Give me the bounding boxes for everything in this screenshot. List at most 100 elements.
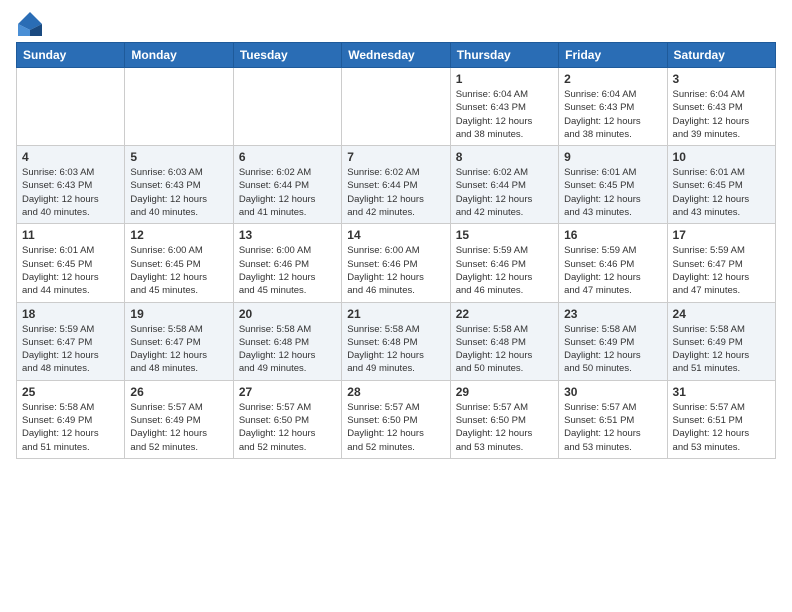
day-info: Sunrise: 6:00 AM Sunset: 6:46 PM Dayligh… bbox=[347, 244, 444, 297]
calendar-cell: 27 Sunrise: 5:57 AM Sunset: 6:50 PM Dayli… bbox=[233, 380, 341, 458]
calendar-cell bbox=[233, 68, 341, 146]
calendar-cell: 5Sunrise: 6:03 AM Sunset: 6:43 PM Daylig… bbox=[125, 146, 233, 224]
calendar-cell: 11Sunrise: 6:01 AM Sunset: 6:45 PM Dayli… bbox=[17, 224, 125, 302]
day-number: 2 bbox=[564, 72, 661, 86]
day-number: 27 bbox=[239, 385, 336, 399]
day-number: 16 bbox=[564, 228, 661, 242]
calendar-cell: 30Sunrise: 5:57 AM Sunset: 6:51 PM Dayli… bbox=[559, 380, 667, 458]
day-info: Sunrise: 6:04 AM Sunset: 6:43 PM Dayligh… bbox=[456, 88, 553, 141]
calendar-cell: 29 Sunrise: 5:57 AM Sunset: 6:50 PM Dayli… bbox=[450, 380, 558, 458]
calendar-body: 1 Sunrise: 6:04 AM Sunset: 6:43 PM Daylig… bbox=[17, 68, 776, 459]
day-header-wednesday: Wednesday bbox=[342, 43, 450, 68]
day-number: 22 bbox=[456, 307, 553, 321]
day-header-monday: Monday bbox=[125, 43, 233, 68]
calendar-cell bbox=[342, 68, 450, 146]
calendar-cell: 7 Sunrise: 6:02 AM Sunset: 6:44 PM Daylig… bbox=[342, 146, 450, 224]
day-number: 29 bbox=[456, 385, 553, 399]
day-number: 14 bbox=[347, 228, 444, 242]
day-info: Sunrise: 6:01 AM Sunset: 6:45 PM Dayligh… bbox=[673, 166, 770, 219]
day-header-friday: Friday bbox=[559, 43, 667, 68]
day-info: Sunrise: 5:58 AM Sunset: 6:49 PM Dayligh… bbox=[22, 401, 119, 454]
week-row-3: 11Sunrise: 6:01 AM Sunset: 6:45 PM Dayli… bbox=[17, 224, 776, 302]
week-row-4: 18Sunrise: 5:59 AM Sunset: 6:47 PM Dayli… bbox=[17, 302, 776, 380]
day-info: Sunrise: 5:57 AM Sunset: 6:51 PM Dayligh… bbox=[673, 401, 770, 454]
day-number: 12 bbox=[130, 228, 227, 242]
calendar-cell: 22 Sunrise: 5:58 AM Sunset: 6:48 PM Dayli… bbox=[450, 302, 558, 380]
calendar-cell: 23 Sunrise: 5:58 AM Sunset: 6:49 PM Dayli… bbox=[559, 302, 667, 380]
week-row-1: 1 Sunrise: 6:04 AM Sunset: 6:43 PM Daylig… bbox=[17, 68, 776, 146]
calendar-cell: 19 Sunrise: 5:58 AM Sunset: 6:47 PM Dayli… bbox=[125, 302, 233, 380]
day-header-thursday: Thursday bbox=[450, 43, 558, 68]
day-number: 20 bbox=[239, 307, 336, 321]
calendar-cell: 13 Sunrise: 6:00 AM Sunset: 6:46 PM Dayli… bbox=[233, 224, 341, 302]
calendar-cell: 21 Sunrise: 5:58 AM Sunset: 6:48 PM Dayli… bbox=[342, 302, 450, 380]
day-number: 15 bbox=[456, 228, 553, 242]
day-number: 21 bbox=[347, 307, 444, 321]
calendar-table: SundayMondayTuesdayWednesdayThursdayFrid… bbox=[16, 42, 776, 459]
calendar-cell: 2Sunrise: 6:04 AM Sunset: 6:43 PM Daylig… bbox=[559, 68, 667, 146]
day-header-tuesday: Tuesday bbox=[233, 43, 341, 68]
day-info: Sunrise: 5:57 AM Sunset: 6:50 PM Dayligh… bbox=[239, 401, 336, 454]
day-number: 23 bbox=[564, 307, 661, 321]
day-info: Sunrise: 5:58 AM Sunset: 6:48 PM Dayligh… bbox=[347, 323, 444, 376]
calendar-cell: 15Sunrise: 5:59 AM Sunset: 6:46 PM Dayli… bbox=[450, 224, 558, 302]
calendar-cell: 25 Sunrise: 5:58 AM Sunset: 6:49 PM Dayli… bbox=[17, 380, 125, 458]
logo-icon bbox=[16, 10, 44, 38]
calendar-cell: 16 Sunrise: 5:59 AM Sunset: 6:46 PM Dayli… bbox=[559, 224, 667, 302]
calendar-cell: 24Sunrise: 5:58 AM Sunset: 6:49 PM Dayli… bbox=[667, 302, 775, 380]
day-number: 26 bbox=[130, 385, 227, 399]
calendar-cell: 20 Sunrise: 5:58 AM Sunset: 6:48 PM Dayli… bbox=[233, 302, 341, 380]
day-info: Sunrise: 5:58 AM Sunset: 6:49 PM Dayligh… bbox=[564, 323, 661, 376]
day-number: 25 bbox=[22, 385, 119, 399]
day-number: 4 bbox=[22, 150, 119, 164]
day-header-sunday: Sunday bbox=[17, 43, 125, 68]
day-info: Sunrise: 5:57 AM Sunset: 6:50 PM Dayligh… bbox=[347, 401, 444, 454]
day-number: 3 bbox=[673, 72, 770, 86]
calendar-cell bbox=[125, 68, 233, 146]
day-info: Sunrise: 6:00 AM Sunset: 6:45 PM Dayligh… bbox=[130, 244, 227, 297]
day-info: Sunrise: 6:02 AM Sunset: 6:44 PM Dayligh… bbox=[347, 166, 444, 219]
day-number: 11 bbox=[22, 228, 119, 242]
day-info: Sunrise: 6:04 AM Sunset: 6:43 PM Dayligh… bbox=[673, 88, 770, 141]
day-number: 9 bbox=[564, 150, 661, 164]
day-info: Sunrise: 5:58 AM Sunset: 6:47 PM Dayligh… bbox=[130, 323, 227, 376]
week-row-2: 4 Sunrise: 6:03 AM Sunset: 6:43 PM Daylig… bbox=[17, 146, 776, 224]
calendar-cell: 17 Sunrise: 5:59 AM Sunset: 6:47 PM Dayli… bbox=[667, 224, 775, 302]
day-header-saturday: Saturday bbox=[667, 43, 775, 68]
day-number: 7 bbox=[347, 150, 444, 164]
calendar-cell: 9 Sunrise: 6:01 AM Sunset: 6:45 PM Daylig… bbox=[559, 146, 667, 224]
calendar-cell: 18Sunrise: 5:59 AM Sunset: 6:47 PM Dayli… bbox=[17, 302, 125, 380]
day-info: Sunrise: 5:57 AM Sunset: 6:50 PM Dayligh… bbox=[456, 401, 553, 454]
day-number: 17 bbox=[673, 228, 770, 242]
day-number: 18 bbox=[22, 307, 119, 321]
day-info: Sunrise: 5:59 AM Sunset: 6:46 PM Dayligh… bbox=[564, 244, 661, 297]
day-info: Sunrise: 6:03 AM Sunset: 6:43 PM Dayligh… bbox=[130, 166, 227, 219]
day-number: 13 bbox=[239, 228, 336, 242]
day-number: 1 bbox=[456, 72, 553, 86]
day-info: Sunrise: 6:02 AM Sunset: 6:44 PM Dayligh… bbox=[239, 166, 336, 219]
day-info: Sunrise: 5:58 AM Sunset: 6:48 PM Dayligh… bbox=[456, 323, 553, 376]
day-info: Sunrise: 5:58 AM Sunset: 6:49 PM Dayligh… bbox=[673, 323, 770, 376]
day-number: 10 bbox=[673, 150, 770, 164]
day-number: 19 bbox=[130, 307, 227, 321]
calendar-cell: 26Sunrise: 5:57 AM Sunset: 6:49 PM Dayli… bbox=[125, 380, 233, 458]
calendar-cell: 1 Sunrise: 6:04 AM Sunset: 6:43 PM Daylig… bbox=[450, 68, 558, 146]
day-number: 28 bbox=[347, 385, 444, 399]
day-info: Sunrise: 5:58 AM Sunset: 6:48 PM Dayligh… bbox=[239, 323, 336, 376]
calendar-cell: 3 Sunrise: 6:04 AM Sunset: 6:43 PM Daylig… bbox=[667, 68, 775, 146]
day-info: Sunrise: 6:02 AM Sunset: 6:44 PM Dayligh… bbox=[456, 166, 553, 219]
day-info: Sunrise: 5:59 AM Sunset: 6:47 PM Dayligh… bbox=[673, 244, 770, 297]
day-info: Sunrise: 6:00 AM Sunset: 6:46 PM Dayligh… bbox=[239, 244, 336, 297]
calendar-cell: 14 Sunrise: 6:00 AM Sunset: 6:46 PM Dayli… bbox=[342, 224, 450, 302]
calendar-cell: 10 Sunrise: 6:01 AM Sunset: 6:45 PM Dayli… bbox=[667, 146, 775, 224]
page: SundayMondayTuesdayWednesdayThursdayFrid… bbox=[0, 0, 792, 612]
calendar-cell: 28 Sunrise: 5:57 AM Sunset: 6:50 PM Dayli… bbox=[342, 380, 450, 458]
calendar-cell bbox=[17, 68, 125, 146]
day-number: 30 bbox=[564, 385, 661, 399]
day-info: Sunrise: 6:01 AM Sunset: 6:45 PM Dayligh… bbox=[564, 166, 661, 219]
day-number: 8 bbox=[456, 150, 553, 164]
day-number: 6 bbox=[239, 150, 336, 164]
calendar-cell: 31Sunrise: 5:57 AM Sunset: 6:51 PM Dayli… bbox=[667, 380, 775, 458]
calendar-header: SundayMondayTuesdayWednesdayThursdayFrid… bbox=[17, 43, 776, 68]
week-row-5: 25 Sunrise: 5:58 AM Sunset: 6:49 PM Dayli… bbox=[17, 380, 776, 458]
